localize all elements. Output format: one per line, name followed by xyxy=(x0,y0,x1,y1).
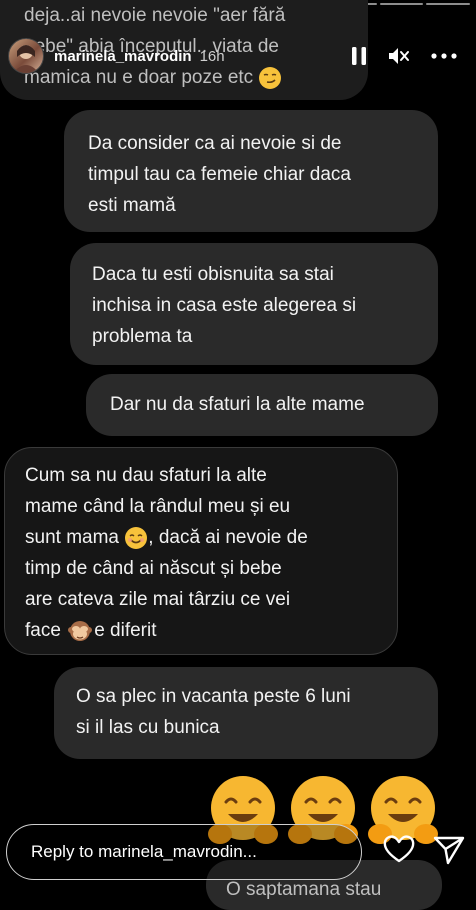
send-icon[interactable] xyxy=(432,832,466,866)
message-line: mame când la rândul meu și eu xyxy=(25,496,291,517)
pause-icon[interactable] xyxy=(344,34,374,78)
message-line-text: e diferit xyxy=(94,620,157,641)
message-line-text: , dacă ai nevoie de xyxy=(148,527,308,548)
story-header: marinela_mavrodin 16h xyxy=(8,34,466,78)
more-options-icon[interactable] xyxy=(426,34,462,78)
message-bubble-received: Cum sa nu dau sfaturi la alte mame când … xyxy=(4,447,398,655)
message-bubble-sent: Dar nu da sfaturi la alte mame xyxy=(86,374,438,436)
message-line: Da consider ca ai nevoie si de xyxy=(88,133,342,154)
message-line: timpul tau ca femeie chiar daca xyxy=(88,164,351,185)
message-line: si il las cu bunica xyxy=(76,717,220,738)
progress-segment xyxy=(379,3,424,5)
message-line: Cum sa nu dau sfaturi la alte xyxy=(25,465,267,486)
message-line: are cateva zile mai târziu ce vei xyxy=(25,589,291,610)
message-line: problema ta xyxy=(92,326,193,347)
progress-segment xyxy=(426,3,471,5)
see-no-evil-monkey-emoji xyxy=(68,620,93,641)
story-timestamp: 16h xyxy=(199,47,225,65)
heart-icon[interactable] xyxy=(382,832,416,866)
message-line-text: face xyxy=(25,620,61,641)
username[interactable]: marinela_mavrodin xyxy=(54,48,192,65)
message-line-text: sunt mama xyxy=(25,527,119,548)
smiling-face-emoji xyxy=(125,526,148,549)
avatar[interactable] xyxy=(8,38,44,74)
message-bubble-sent: O sa plec in vacanta peste 6 luni si il … xyxy=(54,667,438,759)
reply-placeholder: Reply to marinela_mavrodin... xyxy=(31,842,257,861)
message-bubble-sent: Daca tu esti obisnuita sa stai inchisa i… xyxy=(70,243,438,365)
message-line: face e diferit xyxy=(25,615,383,646)
message-line: deja..ai nevoie nevoie "aer fără xyxy=(24,5,286,26)
message-bubble-sent: Da consider ca ai nevoie si de timpul ta… xyxy=(64,110,438,232)
speaker-muted-icon[interactable] xyxy=(384,34,414,78)
message-line: Dar nu da sfaturi la alte mame xyxy=(110,394,365,415)
message-line: sunt mama , dacă ai nevoie de xyxy=(25,522,383,553)
reply-input[interactable]: Reply to marinela_mavrodin... xyxy=(6,824,362,880)
message-line: O sa plec in vacanta peste 6 luni xyxy=(76,686,351,707)
message-line: inchisa in casa este alegerea si xyxy=(92,295,357,316)
message-line: timp de când ai născut și bebe xyxy=(25,558,282,579)
message-line: esti mamă xyxy=(88,195,176,216)
message-line: Daca tu esti obisnuita sa stai xyxy=(92,264,334,285)
